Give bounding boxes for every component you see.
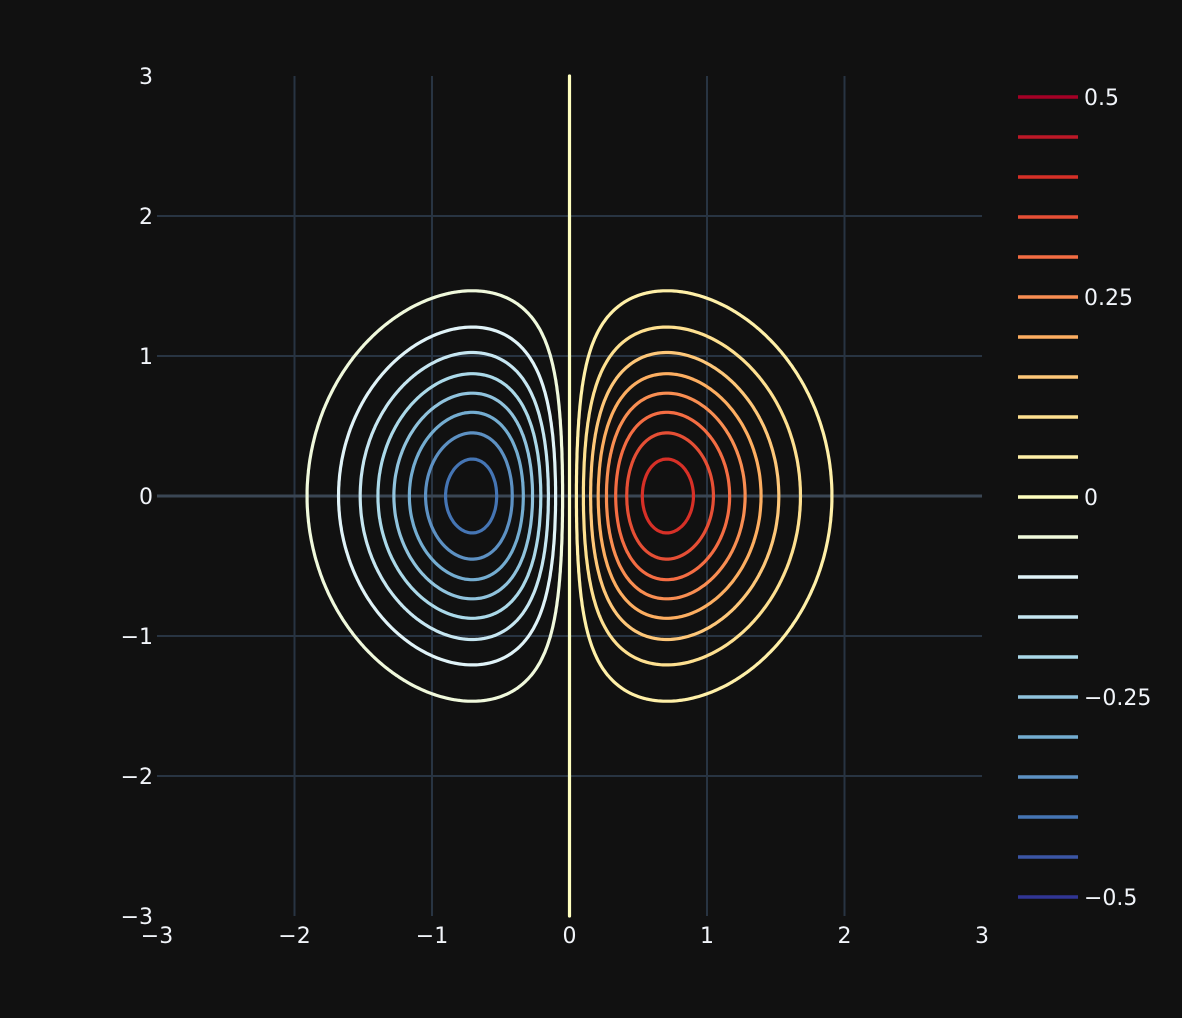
x-axis-ticks: −3 −2 −1 0 1 2 3 <box>141 924 989 949</box>
x-tick-label: 0 <box>563 924 577 949</box>
colorbar-tick-label: 0.25 <box>1084 286 1133 311</box>
y-axis-ticks: 3 2 1 0 −1 −2 −3 <box>121 65 153 930</box>
x-tick-label: 1 <box>700 924 714 949</box>
colorbar-tick-label: −0.25 <box>1084 686 1151 711</box>
y-tick-label: 1 <box>139 345 153 370</box>
colorbar-tick-label: 0.5 <box>1084 86 1119 111</box>
y-tick-label: 0 <box>139 485 153 510</box>
y-tick-label: −3 <box>121 905 153 930</box>
x-tick-label: −2 <box>278 924 310 949</box>
y-tick-label: −2 <box>121 765 153 790</box>
colorbar-tick-label: 0 <box>1084 486 1098 511</box>
x-tick-label: 2 <box>838 924 852 949</box>
colorbar: 0.5 0.25 0 −0.25 −0.5 <box>1018 86 1151 911</box>
x-tick-label: 3 <box>975 924 989 949</box>
y-tick-label: 3 <box>139 65 153 90</box>
contour-chart: −3 −2 −1 0 1 2 3 3 2 1 0 −1 −2 −3 0.5 0.25 0 −0.25 −0.5 <box>121 65 1152 949</box>
x-tick-label: −1 <box>416 924 448 949</box>
y-tick-label: 2 <box>139 205 153 230</box>
colorbar-tick-label: −0.5 <box>1084 886 1137 911</box>
y-tick-label: −1 <box>121 625 153 650</box>
